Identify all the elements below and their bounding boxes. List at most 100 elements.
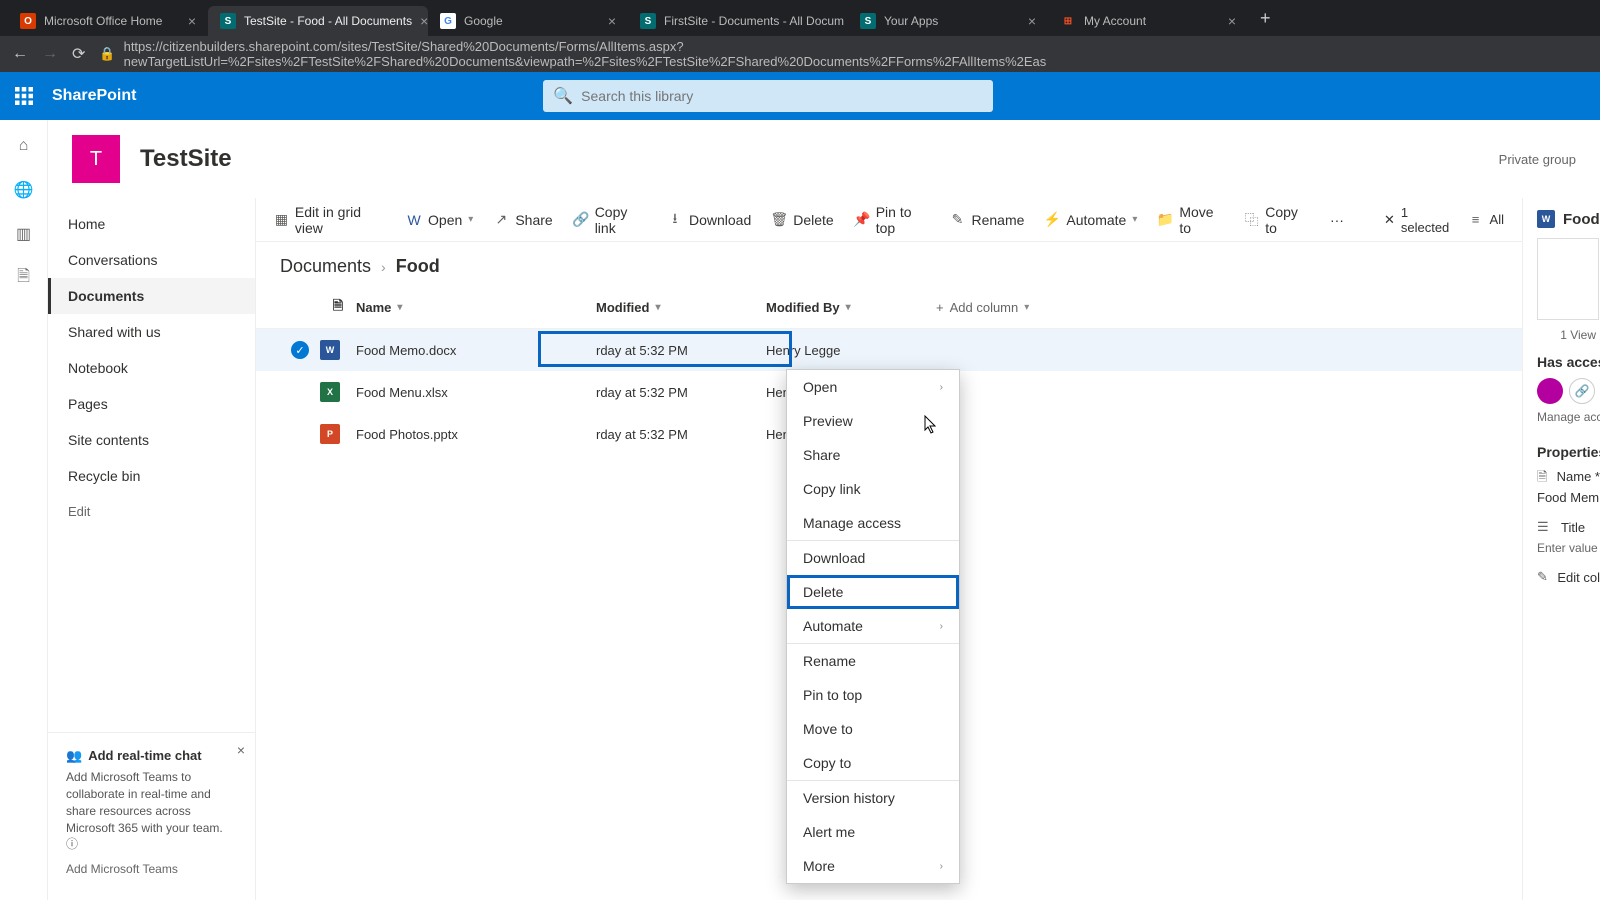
file-name[interactable]: Food Photos.pptx: [356, 427, 458, 442]
add-column[interactable]: +Add column▾: [936, 300, 1076, 315]
file-name[interactable]: Food Memo.docx: [356, 343, 456, 358]
prop-name-value[interactable]: Food Mem: [1537, 490, 1600, 505]
search-input[interactable]: [581, 88, 983, 104]
browser-tab[interactable]: GGoogle×: [428, 6, 628, 36]
nav-documents[interactable]: Documents: [48, 278, 255, 314]
cmd-edit-grid[interactable]: ▦Edit in grid view: [274, 204, 386, 236]
app-launcher-icon[interactable]: [0, 72, 48, 120]
list-icon: ≡: [1468, 212, 1484, 228]
ctx-open[interactable]: Open›: [787, 370, 959, 404]
chevron-down-icon: ▾: [468, 214, 473, 225]
avatar[interactable]: [1537, 378, 1563, 404]
cmd-moveto[interactable]: 📁Move to: [1157, 204, 1224, 236]
view-switcher[interactable]: ≡All: [1468, 212, 1504, 228]
nav-contents[interactable]: Site contents: [48, 422, 255, 458]
close-icon[interactable]: ×: [188, 13, 196, 29]
nav-edit[interactable]: Edit: [48, 494, 255, 529]
rename-icon: ✎: [949, 212, 965, 228]
file-type-icon[interactable]: 🗎: [320, 297, 356, 319]
ctx-automate[interactable]: Automate›: [787, 609, 959, 643]
ctx-share[interactable]: Share: [787, 438, 959, 472]
new-tab-button[interactable]: +: [1248, 8, 1283, 29]
ctx-version[interactable]: Version history: [787, 781, 959, 815]
nav-shared[interactable]: Shared with us: [48, 314, 255, 350]
pin-icon: 📌: [854, 212, 870, 228]
site-logo[interactable]: T: [72, 135, 120, 183]
globe-icon[interactable]: 🌐: [14, 180, 34, 200]
add-teams-link[interactable]: Add Microsoft Teams: [66, 861, 237, 878]
nav-notebook[interactable]: Notebook: [48, 350, 255, 386]
close-icon[interactable]: ×: [1028, 13, 1036, 29]
close-icon[interactable]: ×: [420, 13, 428, 29]
cmd-copylink[interactable]: 🔗Copy link: [573, 204, 647, 236]
row-checkbox[interactable]: ✓: [291, 341, 309, 359]
close-icon[interactable]: ×: [237, 741, 245, 761]
cmd-download[interactable]: ⭳Download: [667, 212, 751, 228]
close-icon[interactable]: ×: [608, 13, 616, 29]
cmd-rename[interactable]: ✎Rename: [949, 212, 1024, 228]
ctx-copyto[interactable]: Copy to: [787, 746, 959, 780]
nav-conversations[interactable]: Conversations: [48, 242, 255, 278]
home-icon[interactable]: ⌂: [14, 136, 34, 156]
ctx-manage-access[interactable]: Manage access: [787, 506, 959, 540]
file-row[interactable]: ✓ W Food Memo.docx rday at 5:32 PM Henry…: [256, 329, 1522, 371]
close-icon[interactable]: ×: [1228, 13, 1236, 29]
browser-tab[interactable]: SYour Apps×: [848, 6, 1048, 36]
search-box[interactable]: 🔍: [543, 80, 993, 112]
nav-home[interactable]: Home: [48, 206, 255, 242]
site-title[interactable]: TestSite: [140, 145, 232, 173]
browser-tab[interactable]: ⊞My Account×: [1048, 6, 1248, 36]
link-icon[interactable]: 🔗: [1569, 378, 1595, 404]
col-name[interactable]: Name▾: [356, 300, 596, 315]
cmd-automate[interactable]: ⚡Automate▾: [1044, 212, 1137, 228]
nav-recycle[interactable]: Recycle bin: [48, 458, 255, 494]
plus-icon: +: [936, 300, 944, 315]
cmd-delete[interactable]: 🗑Delete: [771, 212, 833, 228]
ctx-alert[interactable]: Alert me: [787, 815, 959, 849]
ctx-pin[interactable]: Pin to top: [787, 678, 959, 712]
browser-tab-active[interactable]: STestSite - Food - All Documents×: [208, 6, 428, 36]
ctx-copylink[interactable]: Copy link: [787, 472, 959, 506]
favicon: S: [860, 13, 876, 29]
col-modified-by[interactable]: Modified By▾: [766, 300, 936, 315]
pencil-icon: ✎: [1537, 569, 1549, 585]
col-modified[interactable]: Modified▾: [596, 300, 766, 315]
ctx-delete[interactable]: Delete: [787, 575, 959, 609]
ctx-preview[interactable]: Preview: [787, 404, 959, 438]
modified-cell: rday at 5:32 PM: [596, 343, 766, 358]
ctx-rename[interactable]: Rename: [787, 644, 959, 678]
cmd-share[interactable]: ↗Share: [493, 212, 552, 228]
cmd-more[interactable]: ···: [1330, 212, 1344, 228]
forward-button[interactable]: →: [42, 45, 58, 63]
ctx-download[interactable]: Download: [787, 541, 959, 575]
files-icon[interactable]: 🗎: [14, 268, 34, 288]
nav-pages[interactable]: Pages: [48, 386, 255, 422]
ctx-more[interactable]: More›: [787, 849, 959, 883]
browser-tab-strip: OMicrosoft Office Home× STestSite - Food…: [0, 0, 1600, 36]
breadcrumb-root[interactable]: Documents: [280, 256, 371, 277]
edit-columns-link[interactable]: ✎Edit col: [1537, 569, 1600, 585]
info-icon[interactable]: ⓘ: [66, 837, 78, 851]
browser-tab[interactable]: OMicrosoft Office Home×: [8, 6, 208, 36]
manage-access-link[interactable]: Manage acc: [1537, 410, 1600, 424]
cmd-pin[interactable]: 📌Pin to top: [854, 204, 930, 236]
browser-tab[interactable]: SFirstSite - Documents - All Docum×: [628, 6, 848, 36]
prop-title-label: Title: [1561, 520, 1585, 535]
file-name[interactable]: Food Menu.xlsx: [356, 385, 448, 400]
ctx-moveto[interactable]: Move to: [787, 712, 959, 746]
browser-address-bar: ← → ⟳ 🔒 https://citizenbuilders.sharepoi…: [0, 36, 1600, 72]
prop-title-placeholder[interactable]: Enter value: [1537, 541, 1600, 555]
back-button[interactable]: ←: [12, 45, 28, 63]
word-icon: W: [1537, 210, 1555, 228]
app-bar: ⌂ 🌐 ▥ 🗎: [0, 120, 48, 900]
command-bar: ▦Edit in grid view WOpen▾ ↗Share 🔗Copy l…: [256, 198, 1522, 242]
url-field[interactable]: 🔒 https://citizenbuilders.sharepoint.com…: [99, 39, 1588, 69]
reload-button[interactable]: ⟳: [72, 44, 85, 64]
modified-by-cell[interactable]: Henry Legge: [766, 343, 936, 358]
cmd-copyto[interactable]: ⿻Copy to: [1244, 204, 1310, 236]
news-icon[interactable]: ▥: [14, 224, 34, 244]
suite-brand[interactable]: SharePoint: [48, 87, 136, 105]
clear-selection[interactable]: ✕1 selected: [1384, 205, 1452, 235]
cmd-open[interactable]: WOpen▾: [406, 212, 473, 228]
modified-cell: rday at 5:32 PM: [596, 427, 766, 442]
